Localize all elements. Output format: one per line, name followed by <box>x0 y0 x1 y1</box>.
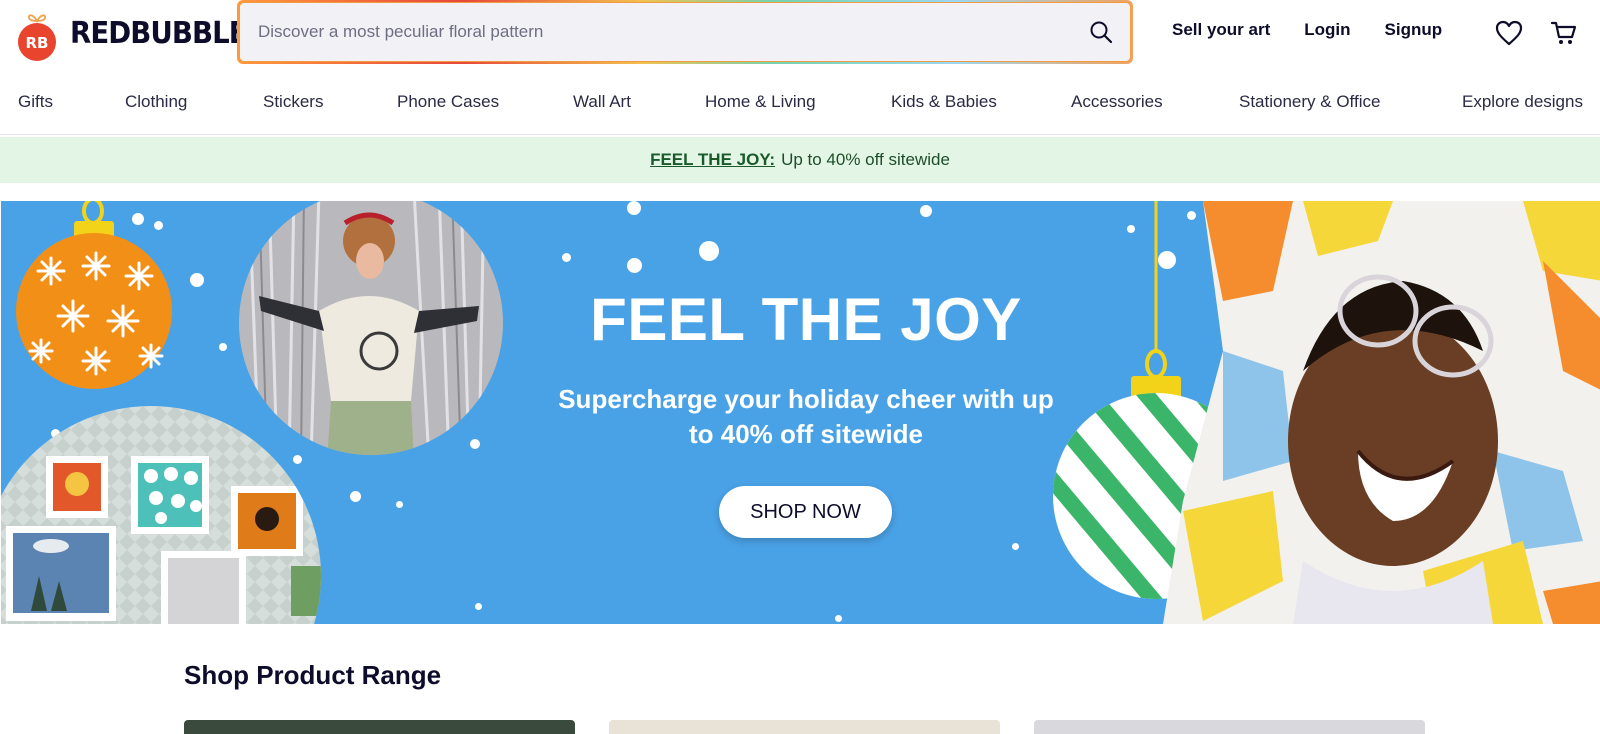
heart-icon[interactable] <box>1494 18 1524 48</box>
snow-dot <box>835 615 842 622</box>
redbubble-logo-icon: RB <box>16 12 58 61</box>
nav-item-stickers[interactable]: Stickers <box>263 92 323 112</box>
product-card[interactable] <box>1034 720 1425 734</box>
header-links: Sell your art Login Signup <box>1172 20 1476 40</box>
promo-text: Up to 40% off sitewide <box>781 150 950 169</box>
blanket-person-photo <box>1163 201 1600 624</box>
promo-banner: FEEL THE JOY: Up to 40% off sitewide <box>0 137 1600 183</box>
product-card[interactable] <box>609 720 1000 734</box>
login-link[interactable]: Login <box>1304 20 1350 40</box>
signup-link[interactable]: Signup <box>1385 20 1443 40</box>
snow-dot <box>920 205 932 217</box>
svg-text:RB: RB <box>26 34 49 52</box>
nav-item-gifts[interactable]: Gifts <box>18 92 53 112</box>
cart-icon[interactable] <box>1549 18 1579 48</box>
site-header: RB REDBUBBLE Sell your art Login Signup <box>0 0 1600 70</box>
nav-item-explore-designs[interactable]: Explore designs <box>1462 92 1583 112</box>
nav-item-accessories[interactable]: Accessories <box>1071 92 1163 112</box>
brand-name: REDBUBBLE <box>70 15 248 51</box>
nav-item-home-living[interactable]: Home & Living <box>705 92 816 112</box>
search-bar <box>237 0 1133 64</box>
logo[interactable]: RB REDBUBBLE <box>16 12 262 61</box>
nav-item-phone-cases[interactable]: Phone Cases <box>397 92 499 112</box>
section-title: Shop Product Range <box>184 660 442 690</box>
search-icon[interactable] <box>1088 19 1114 45</box>
promo-link[interactable]: FEEL THE JOY: <box>650 150 775 170</box>
nav-item-stationery-office[interactable]: Stationery & Office <box>1239 92 1380 112</box>
nav-item-clothing[interactable]: Clothing <box>125 92 187 112</box>
snow-dot <box>562 253 571 262</box>
hero-banner[interactable]: FEEL THE JOY Supercharge your holiday ch… <box>1 201 1600 624</box>
nav-item-wall-art[interactable]: Wall Art <box>573 92 631 112</box>
snow-dot <box>699 241 719 261</box>
snow-dot <box>627 201 641 215</box>
snow-dot <box>350 491 361 502</box>
nav-divider <box>0 134 1600 135</box>
snow-dot <box>396 501 403 508</box>
shop-now-button[interactable]: SHOP NOW <box>719 486 892 538</box>
nav-item-kids-babies[interactable]: Kids & Babies <box>891 92 997 112</box>
snow-dot <box>475 603 482 610</box>
category-nav: Gifts Clothing Stickers Phone Cases Wall… <box>0 92 1600 122</box>
snow-dot <box>627 258 642 273</box>
sell-your-art-link[interactable]: Sell your art <box>1172 20 1270 40</box>
search-input[interactable] <box>258 22 1088 42</box>
wall-art-photo <box>1 406 321 624</box>
hero-subtitle: Supercharge your holiday cheer with up t… <box>558 384 1054 449</box>
product-card[interactable] <box>184 720 575 734</box>
snow-dot <box>1012 543 1019 550</box>
